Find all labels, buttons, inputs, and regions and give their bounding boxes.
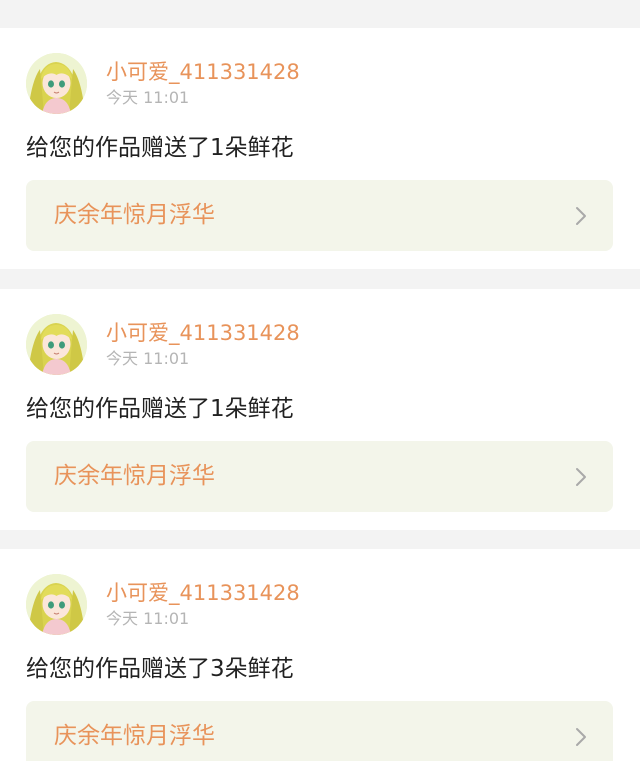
notification-card: 小可爱_411331428 今天 11:01 给您的作品赠送了3朵鲜花 庆余年惊… — [0, 549, 640, 761]
notification-card: 小可爱_411331428 今天 11:01 给您的作品赠送了1朵鲜花 庆余年惊… — [0, 28, 640, 269]
gift-notification-feed: 小可爱_411331428 今天 11:01 给您的作品赠送了1朵鲜花 庆余年惊… — [0, 0, 640, 761]
timestamp: 今天 11:01 — [106, 349, 190, 368]
chevron-right-icon — [571, 726, 591, 748]
user-avatar[interactable] — [26, 53, 87, 114]
gift-message: 给您的作品赠送了1朵鲜花 — [26, 135, 294, 161]
gift-message: 给您的作品赠送了3朵鲜花 — [26, 656, 294, 682]
user-avatar[interactable] — [26, 574, 87, 635]
work-link-button[interactable]: 庆余年惊月浮华 — [26, 441, 613, 512]
work-title: 庆余年惊月浮华 — [54, 723, 215, 749]
chevron-right-icon — [571, 205, 591, 227]
chevron-right-icon — [571, 466, 591, 488]
username[interactable]: 小可爱_411331428 — [106, 320, 300, 346]
work-title: 庆余年惊月浮华 — [54, 463, 215, 489]
gift-message: 给您的作品赠送了1朵鲜花 — [26, 396, 294, 422]
work-link-button[interactable]: 庆余年惊月浮华 — [26, 180, 613, 251]
timestamp: 今天 11:01 — [106, 609, 190, 628]
username[interactable]: 小可爱_411331428 — [106, 59, 300, 85]
notification-card: 小可爱_411331428 今天 11:01 给您的作品赠送了1朵鲜花 庆余年惊… — [0, 289, 640, 530]
user-avatar[interactable] — [26, 314, 87, 375]
work-title: 庆余年惊月浮华 — [54, 202, 215, 228]
timestamp: 今天 11:01 — [106, 88, 190, 107]
username[interactable]: 小可爱_411331428 — [106, 580, 300, 606]
work-link-button[interactable]: 庆余年惊月浮华 — [26, 701, 613, 761]
